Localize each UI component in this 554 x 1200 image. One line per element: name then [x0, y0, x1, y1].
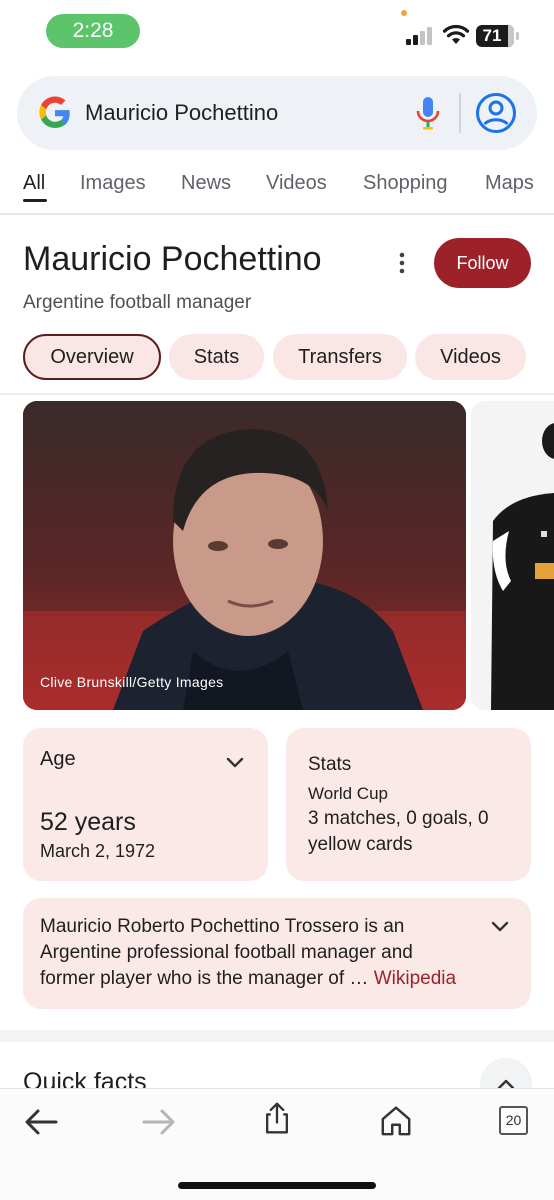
home-icon[interactable]	[376, 1103, 416, 1137]
stats-label: Stats	[308, 754, 352, 775]
google-logo-icon	[39, 96, 70, 128]
wikipedia-link[interactable]: Wikipedia	[374, 968, 456, 989]
stats-line-1: 3 matches, 0 goals, 0	[308, 808, 489, 829]
battery-icon: 71	[476, 25, 514, 47]
tabs-divider	[0, 213, 554, 215]
tab-all[interactable]: All	[23, 172, 45, 195]
active-tab-indicator	[23, 199, 47, 202]
wifi-icon	[442, 24, 470, 44]
description-line-3-text: former player who is the manager of …	[40, 968, 374, 989]
search-input[interactable]: Mauricio Pochettino	[85, 100, 278, 126]
entity-title: Mauricio Pochettino	[23, 240, 322, 278]
status-time: 2:28	[46, 14, 140, 48]
image-credit: Clive Brunskill/Getty Images	[40, 674, 224, 690]
tabs-count-button[interactable]: 20	[499, 1106, 528, 1135]
age-label: Age	[40, 748, 76, 770]
search-tabs: All Images News Videos Shopping Maps	[0, 160, 554, 214]
tab-images[interactable]: Images	[80, 172, 146, 195]
age-value: 52 years	[40, 808, 136, 836]
section-divider	[0, 1030, 554, 1042]
home-indicator	[178, 1182, 376, 1189]
description-line-1: Mauricio Roberto Pochettino Trossero is …	[40, 916, 405, 937]
age-card[interactable]: Age 52 years March 2, 1972	[23, 728, 268, 881]
tab-maps[interactable]: Maps	[485, 172, 534, 195]
follow-button[interactable]: Follow	[434, 238, 531, 288]
status-bar: 2:28 71	[0, 0, 554, 62]
stats-card[interactable]: Stats World Cup 3 matches, 0 goals, 0 ye…	[286, 728, 531, 881]
account-icon[interactable]	[475, 92, 517, 134]
browser-toolbar: 20	[0, 1088, 554, 1200]
share-icon[interactable]	[257, 1101, 297, 1135]
stats-line-2: yellow cards	[308, 834, 413, 855]
description-text: Mauricio Roberto Pochettino Trossero is …	[40, 914, 490, 992]
description-card[interactable]: Mauricio Roberto Pochettino Trossero is …	[23, 898, 531, 1009]
chip-stats[interactable]: Stats	[169, 334, 264, 380]
back-arrow-icon[interactable]	[22, 1105, 62, 1139]
battery-level: 71	[482, 26, 502, 45]
stats-competition: World Cup	[308, 784, 388, 803]
forward-arrow-icon[interactable]	[138, 1105, 178, 1139]
chip-transfers[interactable]: Transfers	[273, 334, 407, 380]
tab-videos[interactable]: Videos	[266, 172, 327, 195]
search-divider	[459, 93, 461, 133]
description-line-3: former player who is the manager of … Wi…	[40, 966, 490, 992]
more-options-icon[interactable]	[390, 250, 414, 276]
tab-news[interactable]: News	[181, 172, 231, 195]
entity-subtitle: Argentine football manager	[23, 292, 252, 313]
entity-photo[interactable]	[23, 401, 466, 710]
description-line-2: Argentine professional football manager …	[40, 942, 413, 963]
entity-photo-secondary[interactable]	[471, 401, 554, 710]
chips-divider	[0, 393, 554, 395]
tab-shopping[interactable]: Shopping	[363, 172, 448, 195]
cellular-signal-icon	[406, 27, 434, 45]
birth-date: March 2, 1972	[40, 841, 156, 861]
microphone-icon[interactable]	[415, 95, 441, 131]
chip-videos[interactable]: Videos	[415, 334, 526, 380]
privacy-indicator-dot	[401, 10, 407, 16]
chevron-down-icon[interactable]	[491, 921, 509, 933]
search-bar[interactable]: Mauricio Pochettino	[17, 76, 537, 150]
chip-overview[interactable]: Overview	[23, 334, 161, 380]
chevron-down-icon[interactable]	[226, 757, 244, 769]
